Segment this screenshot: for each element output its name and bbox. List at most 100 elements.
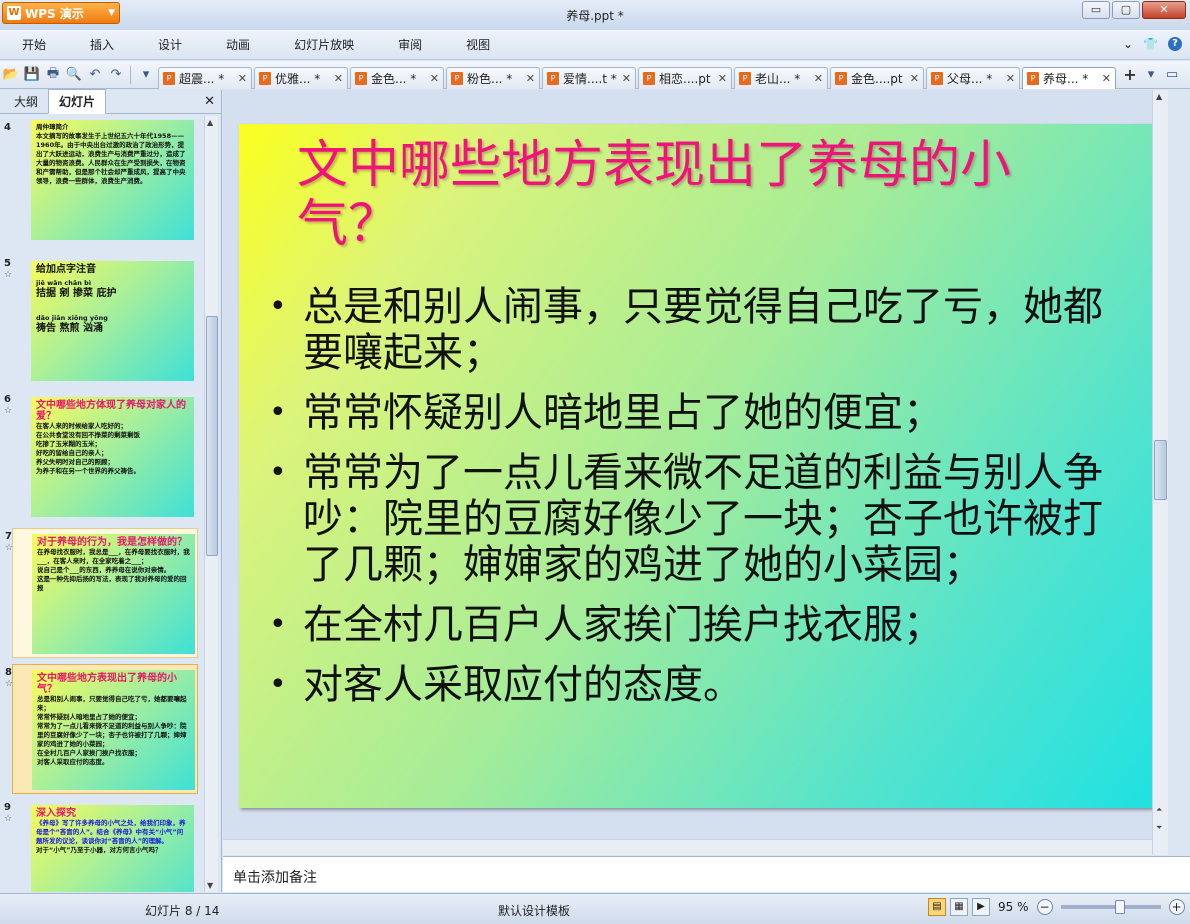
- save-icon[interactable]: 💾: [22, 65, 42, 85]
- tab-label: 老山... *: [755, 71, 801, 86]
- slide-sorter-icon[interactable]: ▦: [950, 898, 968, 916]
- zoom-out-button[interactable]: −: [1036, 899, 1053, 915]
- slide-thumbnail[interactable]: 4 周仲璋简介 本文摘写的故事发生于上世纪五六十年代1958——1960年。由于…: [4, 120, 198, 250]
- slide-thumbnail[interactable]: 5 ☆ 给加点字注音 jiē wǎn chān bì 拮据 剜 掺菜 庇护 dǎ…: [4, 256, 198, 386]
- document-tab-active[interactable]: P 养母... * ✕: [1022, 66, 1116, 89]
- slide-horizontal-scrollbar[interactable]: [223, 839, 1152, 855]
- slide-thumbnail[interactable]: 6 ☆ 文中哪些地方体现了养母对家人的爱？ 在客人来的时候给家人吃好的； 在公共…: [4, 392, 198, 522]
- bullet-dot: •: [269, 455, 287, 490]
- zoom-slider-knob[interactable]: [1114, 900, 1125, 914]
- normal-view-icon[interactable]: ▤: [928, 898, 946, 916]
- thumbnail-scrollbar[interactable]: ▲ ▼: [204, 116, 218, 892]
- tab-list-icon[interactable]: ▭: [1162, 65, 1182, 85]
- close-tab-icon[interactable]: ✕: [430, 72, 439, 85]
- wps-window: W WPS 演示 ▼ 养母.ppt * ▭ ▢ ✕ 开始 插入 设计 动画 幻灯…: [0, 0, 1190, 924]
- new-tab-button[interactable]: +: [1120, 65, 1140, 85]
- next-slide-icon[interactable]: ⏷: [1156, 823, 1162, 833]
- bullet-dot: •: [269, 667, 287, 702]
- slideshow-icon[interactable]: ▶: [972, 898, 990, 916]
- menu-view[interactable]: 视图: [444, 36, 512, 53]
- thumbnail-title: 深入探究: [36, 808, 76, 819]
- scrollbar-thumb[interactable]: [1154, 440, 1167, 500]
- close-tab-icon[interactable]: ✕: [622, 72, 631, 85]
- thumbnail-text: 这是一种先抑后扬的写法，表现了我对养母的爱的回报: [37, 575, 187, 592]
- current-slide[interactable]: 文中哪些地方表现出了养母的小气？ • 总是和别人闹事，只要觉得自己吃了亏，她都要嚷…: [239, 124, 1152, 808]
- thumbnail-text: 在公共食堂没有回不挣菜的剩菜剩饭: [36, 431, 140, 439]
- bullet-text: 常常怀疑别人暗地里占了她的便宜；: [303, 390, 943, 436]
- toolbar-separator: [130, 65, 131, 84]
- tab-outline[interactable]: 大纲: [4, 90, 48, 113]
- thumbnail-text: 本文摘写的故事发生于上世纪五六十年代1958——1960年。由于中央出台过激的政…: [36, 132, 186, 185]
- close-tab-icon[interactable]: ✕: [814, 72, 823, 85]
- thumbnail-text: 好吃的留给自己的亲人；: [36, 449, 108, 457]
- slide-number: 7: [5, 531, 12, 542]
- close-tab-icon[interactable]: ✕: [1102, 72, 1111, 85]
- close-tab-icon[interactable]: ✕: [910, 72, 919, 85]
- slide-number: 8: [5, 667, 12, 678]
- slide-thumbnail[interactable]: 7 ☆ 对于养母的行为，我是怎样做的？ 在养母找衣服时，我总是___，在养母要找…: [5, 528, 198, 658]
- close-tab-icon[interactable]: ✕: [238, 72, 247, 85]
- tab-label: 爱情....t *: [563, 71, 617, 86]
- document-tab[interactable]: P 父母... * ✕: [926, 66, 1020, 89]
- slide-vertical-scrollbar[interactable]: ▲ ⏶ ⏷: [1152, 90, 1168, 855]
- bullet-dot: •: [269, 289, 287, 324]
- menu-slideshow[interactable]: 幻灯片放映: [272, 36, 376, 53]
- close-tab-icon[interactable]: ✕: [334, 72, 343, 85]
- ppt-file-icon: P: [259, 71, 271, 85]
- thumbnail-text: 周仲璋简介: [36, 123, 69, 131]
- document-tab[interactable]: P 老山... * ✕: [734, 66, 828, 89]
- design-template-label[interactable]: 默认设计模板: [498, 902, 570, 919]
- document-tab[interactable]: P 金色....pt ✕: [830, 66, 924, 89]
- scroll-down-icon[interactable]: ▼: [207, 881, 213, 890]
- ppt-file-icon: P: [547, 71, 559, 85]
- close-icon[interactable]: ✕: [204, 94, 215, 109]
- slide-title[interactable]: 文中哪些地方表现出了养母的小气？: [297, 136, 1097, 254]
- minimize-button[interactable]: ▭: [1082, 1, 1110, 19]
- ppt-file-icon: P: [355, 71, 367, 85]
- chevron-down-icon[interactable]: ▾: [136, 65, 156, 85]
- undo-icon[interactable]: ↶: [85, 65, 105, 85]
- menu-home[interactable]: 开始: [0, 36, 68, 53]
- document-tab[interactable]: P 超震... * ✕: [158, 66, 252, 89]
- prev-slide-icon[interactable]: ⏶: [1156, 805, 1162, 815]
- document-tab[interactable]: P 相恋....pt ✕: [638, 66, 732, 89]
- slide-number: 5: [4, 258, 11, 269]
- notes-pane[interactable]: 单击添加备注: [223, 856, 1190, 892]
- document-tab[interactable]: P 优雅... * ✕: [254, 66, 348, 89]
- thumbnail-preview: 深入探究 《养母》写了许多养母的小气之处，给我们印象，养母是个“吝啬的人”。结合…: [31, 805, 194, 892]
- open-folder-icon[interactable]: 📂: [1, 65, 21, 85]
- close-tab-icon[interactable]: ✕: [1006, 72, 1015, 85]
- menu-insert[interactable]: 插入: [68, 36, 136, 53]
- close-tab-icon[interactable]: ✕: [526, 72, 535, 85]
- bullet-item: • 在全村几百户人家挨门挨户找衣服；: [269, 602, 1129, 648]
- slide-counter: 幻灯片 8 / 14: [145, 904, 220, 918]
- zoom-slider[interactable]: [1060, 900, 1161, 914]
- scroll-up-icon[interactable]: ▲: [1156, 92, 1162, 101]
- slide-thumbnail[interactable]: 9 ☆ 深入探究 《养母》写了许多养母的小气之处，给我们印象，养母是个“吝啬的人…: [4, 800, 198, 892]
- close-button[interactable]: ✕: [1142, 1, 1186, 19]
- help-icon[interactable]: ?: [1168, 37, 1182, 51]
- document-tab[interactable]: P 爱情....t * ✕: [542, 66, 636, 89]
- skin-shirt-icon[interactable]: 👕: [1143, 37, 1158, 51]
- tab-slides[interactable]: 幻灯片: [48, 89, 107, 114]
- document-tab[interactable]: P 金色... * ✕: [350, 66, 444, 89]
- print-icon[interactable]: 🖶: [43, 65, 63, 85]
- zoom-in-button[interactable]: +: [1168, 899, 1185, 915]
- document-tab[interactable]: P 粉色... * ✕: [446, 66, 540, 89]
- print-preview-icon[interactable]: 🔍: [64, 65, 84, 85]
- animation-star-icon: ☆: [4, 814, 13, 824]
- tab-label: 相恋....pt: [659, 71, 711, 86]
- menu-review[interactable]: 审阅: [376, 36, 444, 53]
- redo-icon[interactable]: ↷: [106, 65, 126, 85]
- slide-thumbnail-selected[interactable]: 8 ☆ 文中哪些地方表现出了养母的小气？ 总是和别人闹事，只要觉得自己吃了亏，她…: [5, 664, 198, 794]
- scrollbar-thumb[interactable]: [206, 316, 218, 556]
- close-tab-icon[interactable]: ✕: [718, 72, 727, 85]
- slide-bullet-list[interactable]: • 总是和别人闹事，只要觉得自己吃了亏，她都要嚷起来； • 常常怀疑别人暗地里占了她…: [269, 284, 1129, 722]
- maximize-button[interactable]: ▢: [1112, 1, 1140, 19]
- zoom-level: 95 %: [998, 900, 1029, 914]
- menu-design[interactable]: 设计: [136, 36, 204, 53]
- scroll-up-icon[interactable]: ▲: [207, 118, 213, 127]
- menu-animation[interactable]: 动画: [204, 36, 272, 53]
- chevron-down-icon[interactable]: ⌄: [1123, 37, 1133, 51]
- chevron-down-icon[interactable]: ▾: [1141, 65, 1161, 85]
